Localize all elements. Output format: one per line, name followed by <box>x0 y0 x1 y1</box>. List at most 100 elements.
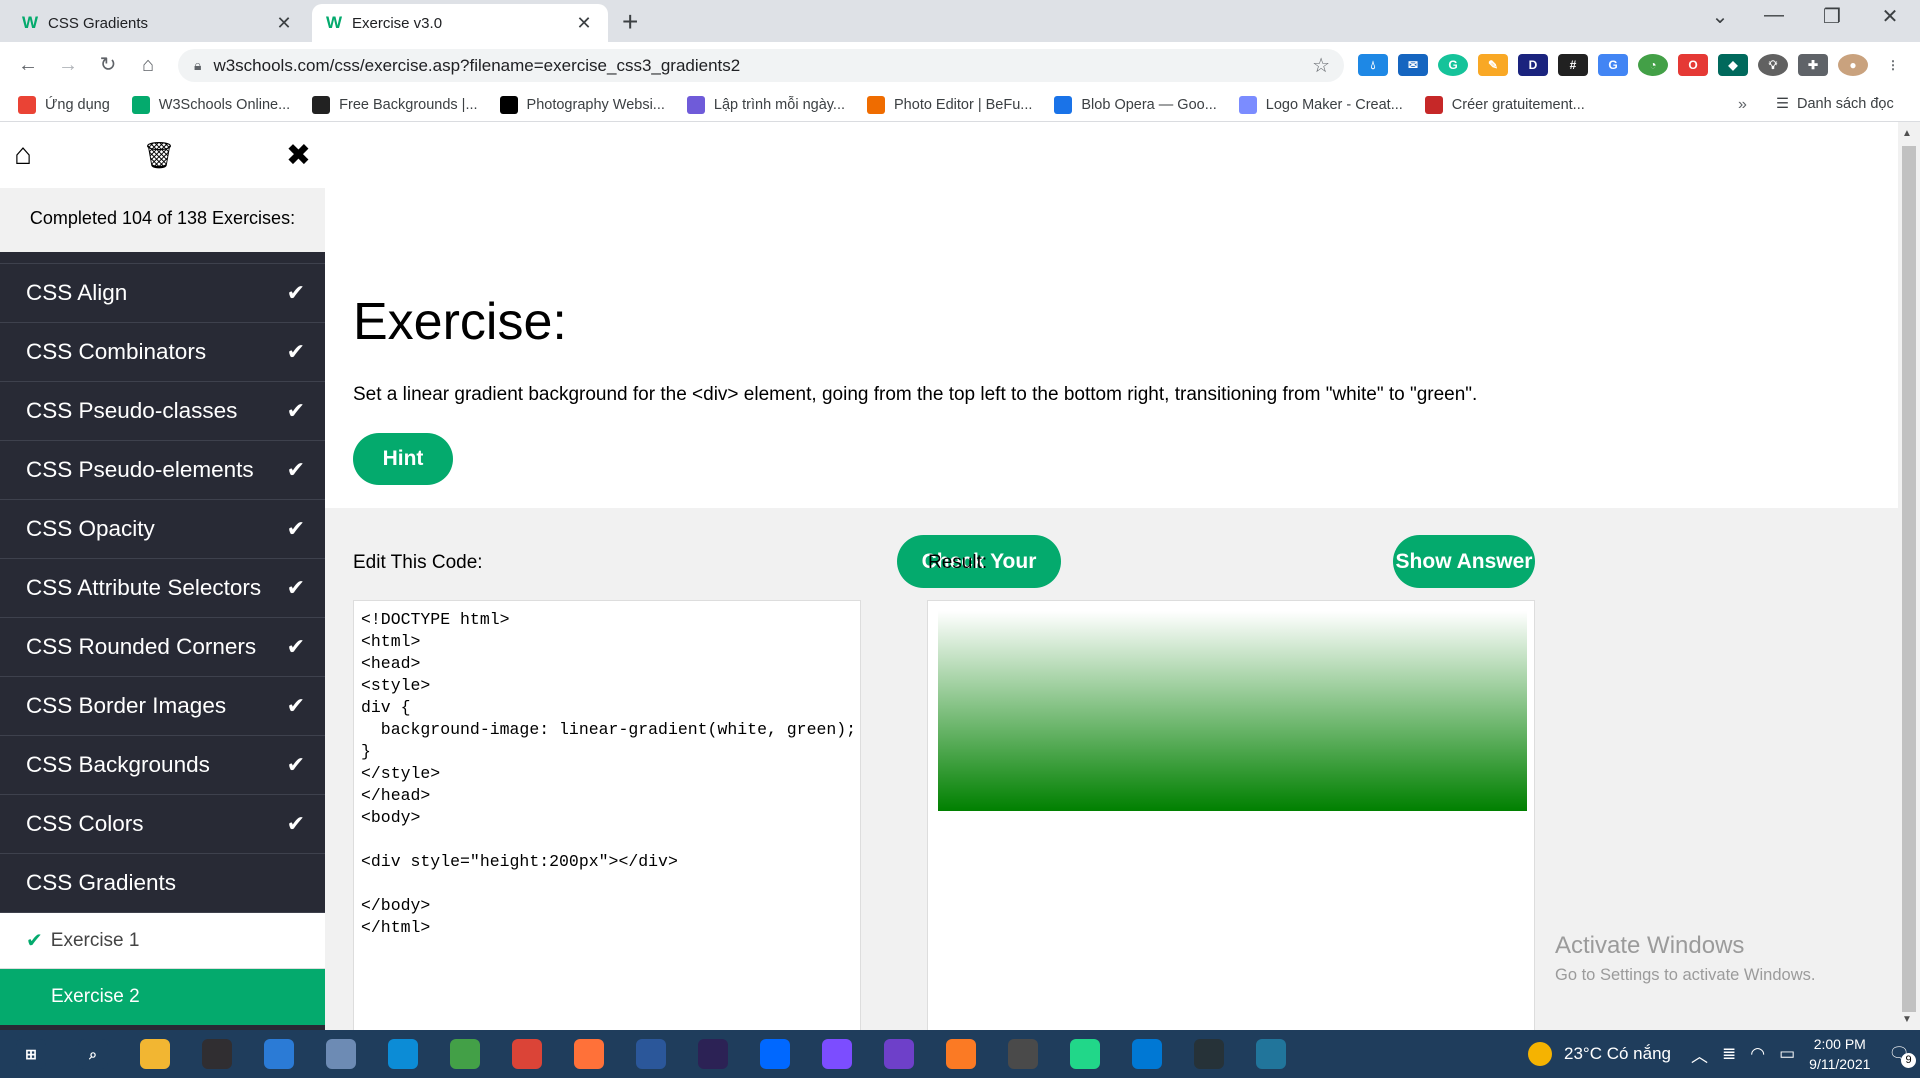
bookmark-item[interactable]: Blob Opera — Goo... <box>1054 95 1217 114</box>
speed-icon[interactable]: ◔ <box>1638 54 1668 76</box>
maximize-icon[interactable]: ❐ <box>1812 4 1852 29</box>
trash-icon[interactable]: 🗑︎ <box>142 140 175 171</box>
forward-icon[interactable]: → <box>52 50 84 80</box>
tab-exercise[interactable]: W Exercise v3.0 ✕ <box>312 4 608 42</box>
taskbar-app[interactable] <box>186 1030 248 1078</box>
scroll-down-icon[interactable]: ▼ <box>1902 1014 1912 1025</box>
color-picker-icon[interactable]: ✎ <box>1478 54 1508 76</box>
bookmark-item[interactable]: Créer gratuitement... <box>1424 95 1585 114</box>
new-tab-icon[interactable]: + <box>622 6 638 38</box>
hint-button[interactable]: Hint <box>353 433 453 485</box>
bookmark-item[interactable]: Photography Websi... <box>499 95 665 114</box>
sidebar-topic-item[interactable]: CSS Attribute Selectors ✔ <box>0 559 325 618</box>
taskbar-app[interactable] <box>930 1030 992 1078</box>
taskbar-app[interactable] <box>558 1030 620 1078</box>
bookmark-item[interactable]: Ứng dụng <box>18 95 110 114</box>
bookmark-star-icon[interactable]: ☆ <box>1312 53 1330 78</box>
reading-list-button[interactable]: ☰ Danh sách đọc <box>1776 96 1894 112</box>
scroll-up-icon[interactable]: ▲ <box>1902 128 1912 139</box>
scroll-thumb[interactable] <box>1902 146 1916 1012</box>
taskbar-app[interactable] <box>1240 1030 1302 1078</box>
page-scrollbar[interactable]: ▲ ▼ <box>1898 122 1920 1030</box>
taskbar-app[interactable] <box>372 1030 434 1078</box>
tab-css-gradients[interactable]: W CSS Gradients ✕ <box>8 4 308 42</box>
profile-avatar[interactable]: ● <box>1838 54 1868 76</box>
sidebar-exercise-item[interactable]: Exercise 2 <box>0 969 325 1025</box>
sidebar-topic-item[interactable]: CSS Rounded Corners ✔ <box>0 618 325 677</box>
dictionary-icon[interactable]: D <box>1518 54 1548 76</box>
close-icon[interactable]: ✕ <box>274 13 294 34</box>
address-bar[interactable]: 🔒︎ w3schools.com/css/exercise.asp?filena… <box>178 49 1344 82</box>
bookmark-item[interactable]: Logo Maker - Creat... <box>1238 95 1403 114</box>
show-answer-button[interactable]: Show Answer <box>1393 535 1535 588</box>
taskbar-app[interactable] <box>620 1030 682 1078</box>
chrome-icon <box>512 1039 542 1069</box>
home-icon[interactable]: ⌂ <box>132 50 164 80</box>
sidebar-topic-item[interactable]: CSS Border Images ✔ <box>0 677 325 736</box>
code-editor[interactable]: <!DOCTYPE html> <html> <head> <style> di… <box>353 600 861 1040</box>
bookmark-item[interactable]: Lập trình mỗi ngày... <box>686 95 845 114</box>
mail-extension-icon[interactable]: ✉ <box>1398 54 1428 76</box>
vpn-icon[interactable]: ◆ <box>1718 54 1748 76</box>
extensions-puzzle-icon[interactable]: ✚ <box>1798 54 1828 76</box>
battery-icon[interactable]: ▭ <box>1779 1044 1795 1064</box>
sidebar-topic-item[interactable]: CSS Opacity ✔ <box>0 500 325 559</box>
taskbar-app[interactable]: ⊞ <box>0 1030 62 1078</box>
taskbar-app[interactable] <box>434 1030 496 1078</box>
clock[interactable]: 2:00 PM 9/11/2021 <box>1809 1034 1870 1074</box>
taskbar-app[interactable] <box>124 1030 186 1078</box>
reload-icon[interactable]: ↻ <box>92 50 124 80</box>
window-close-icon[interactable]: ✕ <box>1870 4 1910 29</box>
checkmark-icon: ✔ <box>286 752 305 777</box>
checkmark-icon: ✔ <box>286 516 305 541</box>
taskbar-app[interactable] <box>806 1030 868 1078</box>
bookmark-item[interactable]: Free Backgrounds |... <box>312 95 478 114</box>
taskbar-app[interactable] <box>744 1030 806 1078</box>
grammarly-icon[interactable]: G <box>1438 54 1468 76</box>
weather-sun-icon[interactable] <box>1528 1042 1553 1066</box>
sidebar-topic-item[interactable]: CSS Pseudo-elements ✔ <box>0 441 325 500</box>
bookmark-item[interactable]: Photo Editor | BeFu... <box>867 95 1032 114</box>
taskbar-app[interactable]: ⌕ <box>62 1030 124 1078</box>
lock-icon[interactable]: 🔒︎ <box>194 57 201 74</box>
wix-icon <box>499 95 518 114</box>
sidebar-topic-item[interactable]: CSS Colors ✔ <box>0 795 325 854</box>
sidebar-topic-item[interactable]: CSS Combinators ✔ <box>0 323 325 382</box>
close-icon[interactable]: ✖ <box>286 138 311 173</box>
tray-chevron-icon[interactable]: ︿ <box>1691 1042 1708 1067</box>
sidebar-exercise-item[interactable]: ✔ Exercise 1 <box>0 913 325 969</box>
sidebar-topic-item[interactable]: CSS Pseudo-classes ✔ <box>0 382 325 441</box>
bookmarks-more-icon[interactable]: » <box>1738 96 1747 114</box>
input-method-icon[interactable]: ≣ <box>1722 1044 1736 1064</box>
taskbar-app[interactable] <box>248 1030 310 1078</box>
bookmark-label: Logo Maker - Creat... <box>1265 96 1403 113</box>
minimize-icon[interactable]: — <box>1754 4 1794 27</box>
bulb-icon[interactable]: 💡︎ <box>1758 54 1788 76</box>
taskbar-app[interactable] <box>1054 1030 1116 1078</box>
taskbar-app[interactable] <box>682 1030 744 1078</box>
sidebar-topic-item[interactable]: CSS Gradients <box>0 854 325 913</box>
taskbar-app[interactable] <box>992 1030 1054 1078</box>
taskbar-app[interactable] <box>496 1030 558 1078</box>
notification-icon[interactable]: 🗨︎ 9 <box>1888 1044 1916 1068</box>
taskbar-app[interactable] <box>310 1030 372 1078</box>
weather-text[interactable]: 23°C Có nắng <box>1564 1044 1671 1064</box>
office-icon[interactable]: O <box>1678 54 1708 76</box>
taskbar-app[interactable] <box>868 1030 930 1078</box>
close-icon[interactable]: ✕ <box>574 13 594 34</box>
wifi-icon[interactable]: ◠ <box>1750 1044 1765 1064</box>
taskbar-app[interactable] <box>1178 1030 1240 1078</box>
browser-toolbar: ← → ↻ ⌂ 🔒︎ w3schools.com/css/exercise.as… <box>0 42 1920 88</box>
css-viewer-icon[interactable]: # <box>1558 54 1588 76</box>
checkmark-icon: ✔ <box>286 457 305 482</box>
translate-icon[interactable]: G <box>1598 54 1628 76</box>
dropper-extension-icon[interactable]: 💧︎ <box>1358 54 1388 76</box>
home-icon[interactable]: ⌂ <box>14 138 32 172</box>
back-icon[interactable]: ← <box>12 50 44 80</box>
menu-kebab-icon[interactable]: ⋮ <box>1878 54 1908 76</box>
sidebar-topic-item[interactable]: CSS Align ✔ <box>0 264 325 323</box>
bookmark-item[interactable]: W3Schools Online... <box>131 95 290 114</box>
tab-search-icon[interactable]: ⌄ <box>1700 4 1740 29</box>
taskbar-app[interactable] <box>1116 1030 1178 1078</box>
sidebar-topic-item[interactable]: CSS Backgrounds ✔ <box>0 736 325 795</box>
